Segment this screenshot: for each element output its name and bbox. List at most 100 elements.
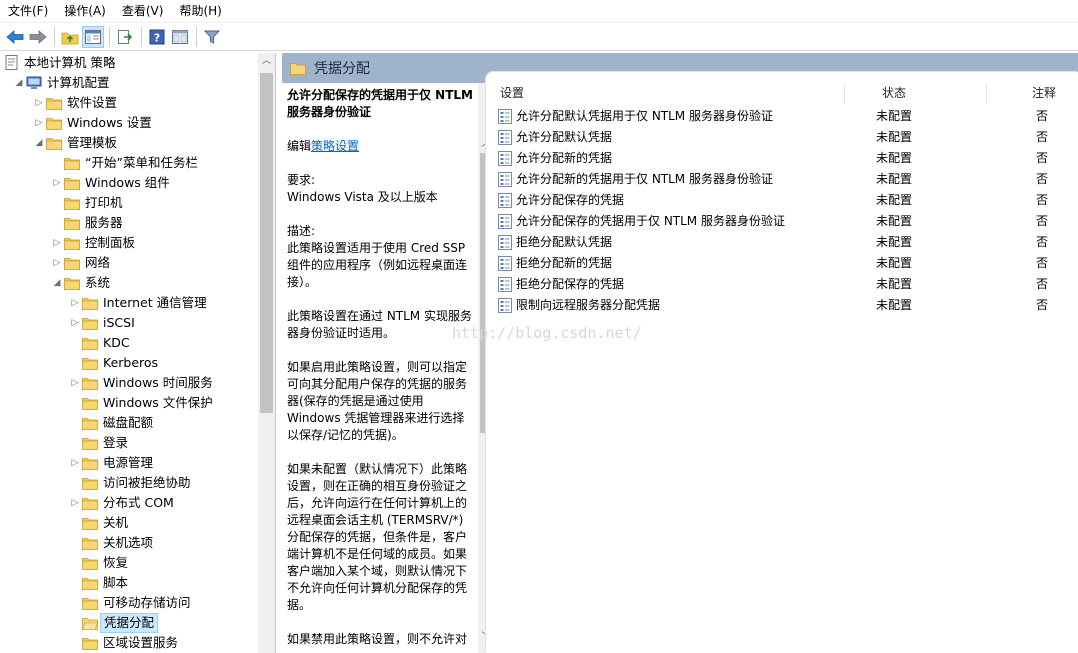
tree-node[interactable]: 脚本 — [0, 573, 258, 593]
collapsed-arrow-icon[interactable]: ▷ — [34, 113, 44, 133]
tree-node[interactable]: 服务器 — [0, 213, 258, 233]
expanded-arrow-icon[interactable]: ◢ — [14, 73, 24, 93]
description-paragraph-2: 此策略设置在通过 NTLM 实现服务器身份验证时适用。 — [287, 309, 472, 340]
folder-icon — [82, 556, 98, 570]
tree-node[interactable]: ◢ 系统 — [0, 273, 258, 293]
policy-setting-icon — [498, 235, 512, 250]
tree-node[interactable]: 恢复 — [0, 553, 258, 573]
tree-node[interactable]: 本地计算机 策略 — [0, 53, 258, 73]
tree-node[interactable]: ◢ 管理模板 — [0, 133, 258, 153]
tree-scroll-thumb[interactable] — [260, 73, 273, 413]
table-row[interactable]: 允许分配默认凭据 未配置 否 — [498, 127, 1078, 148]
tree-node-label: iSCSI — [103, 315, 135, 330]
edit-policy-link[interactable]: 策略设置 — [311, 139, 359, 153]
menu-action[interactable]: 操作(A) — [56, 0, 114, 23]
tree-node[interactable]: 区域设置服务 — [0, 633, 258, 653]
tree-node[interactable]: ▷ Internet 通信管理 — [0, 293, 258, 313]
collapsed-arrow-icon[interactable]: ▷ — [52, 233, 62, 253]
forward-arrow-icon[interactable] — [27, 26, 49, 48]
collapsed-arrow-icon[interactable]: ▷ — [34, 93, 44, 113]
policy-setting-icon — [498, 172, 512, 187]
export-list-icon[interactable] — [114, 26, 136, 48]
filter-icon[interactable] — [201, 26, 223, 48]
collapsed-arrow-icon[interactable]: ▷ — [52, 173, 62, 193]
tree-node[interactable]: 打印机 — [0, 193, 258, 213]
setting-note: 否 — [1036, 193, 1049, 207]
scroll-up-icon[interactable]: ︿ — [258, 53, 275, 70]
tree-node-label: Windows 文件保护 — [103, 395, 213, 410]
tree-node[interactable]: 可移动存储访问 — [0, 593, 258, 613]
tree-node[interactable]: ▷ iSCSI — [0, 313, 258, 333]
expanded-arrow-icon[interactable]: ◢ — [34, 133, 44, 153]
collapsed-arrow-icon[interactable]: ▷ — [70, 293, 80, 313]
setting-name: 限制向远程服务器分配凭据 — [516, 298, 661, 312]
tree-node[interactable]: 访问被拒绝协助 — [0, 473, 258, 493]
tree-node[interactable]: ▷ 网络 — [0, 253, 258, 273]
table-row[interactable]: 拒绝分配新的凭据 未配置 否 — [498, 253, 1078, 274]
up-folder-icon[interactable] — [59, 26, 81, 48]
tree-node[interactable]: ▷ 软件设置 — [0, 93, 258, 113]
table-row[interactable]: 拒绝分配默认凭据 未配置 否 — [498, 232, 1078, 253]
description-paragraph-1: 此策略设置适用于使用 Cred SSP 组件的应用程序（例如远程桌面连接）。 — [287, 241, 468, 289]
folder-icon — [46, 136, 62, 150]
tree-node[interactable]: 关机选项 — [0, 533, 258, 553]
folder-icon — [64, 156, 80, 170]
menu-view[interactable]: 查看(V) — [114, 0, 172, 23]
collapsed-arrow-icon[interactable]: ▷ — [70, 313, 80, 333]
tree-node-label: Internet 通信管理 — [103, 295, 207, 310]
back-arrow-icon[interactable] — [4, 26, 26, 48]
column-separator[interactable] — [986, 84, 987, 104]
table-row[interactable]: 限制向远程服务器分配凭据 未配置 否 — [498, 295, 1078, 316]
tree-node[interactable]: 凭据分配 — [0, 613, 258, 633]
collapsed-arrow-icon[interactable]: ▷ — [70, 493, 80, 513]
folder-icon — [82, 316, 98, 330]
column-header-setting[interactable]: 设置 — [500, 82, 524, 104]
collapsed-arrow-icon[interactable]: ▷ — [70, 453, 80, 473]
expanded-arrow-icon[interactable]: ◢ — [52, 273, 62, 293]
toolbar-separator — [196, 26, 197, 47]
computer-icon — [26, 76, 42, 89]
tree-node[interactable]: 登录 — [0, 433, 258, 453]
menu-file[interactable]: 文件(F) — [0, 0, 56, 23]
setting-name: 允许分配新的凭据用于仅 NTLM 服务器身份验证 — [516, 172, 773, 186]
tree-node[interactable]: ◢ 计算机配置 — [0, 73, 258, 93]
requirements-label: 要求: — [287, 173, 316, 187]
table-row[interactable]: 允许分配保存的凭据 未配置 否 — [498, 190, 1078, 211]
help-icon[interactable]: ? — [146, 26, 168, 48]
column-header-note[interactable]: 注释 — [1032, 82, 1056, 104]
table-row[interactable]: 允许分配保存的凭据用于仅 NTLM 服务器身份验证 未配置 否 — [498, 211, 1078, 232]
table-row[interactable]: 允许分配新的凭据用于仅 NTLM 服务器身份验证 未配置 否 — [498, 169, 1078, 190]
tree-node[interactable]: ▷ 控制面板 — [0, 233, 258, 253]
tree-node-label: Windows 时间服务 — [103, 375, 213, 390]
folder-icon — [82, 516, 98, 530]
setting-name: 允许分配保存的凭据 — [516, 193, 625, 207]
menu-help[interactable]: 帮助(H) — [171, 0, 229, 23]
console-tree[interactable]: 本地计算机 策略 ◢ 计算机配置 ▷ 软件设置 ▷ Windows 设置 ◢ 管理模板 “开始”菜… — [0, 53, 276, 653]
tree-node[interactable]: ▷ 分布式 COM — [0, 493, 258, 513]
tree-node[interactable]: ▷ 电源管理 — [0, 453, 258, 473]
tree-node[interactable]: ▷ Windows 设置 — [0, 113, 258, 133]
tree-node[interactable]: Windows 文件保护 — [0, 393, 258, 413]
table-row[interactable]: 允许分配新的凭据 未配置 否 — [498, 148, 1078, 169]
tree-node[interactable]: 磁盘配额 — [0, 413, 258, 433]
tree-node[interactable]: Kerberos — [0, 353, 258, 373]
tree-node[interactable]: 关机 — [0, 513, 258, 533]
properties-icon[interactable] — [169, 26, 191, 48]
show-hide-tree-icon[interactable] — [82, 25, 104, 48]
collapsed-arrow-icon[interactable]: ▷ — [52, 253, 62, 273]
folder-icon — [64, 256, 80, 270]
table-row[interactable]: 拒绝分配保存的凭据 未配置 否 — [498, 274, 1078, 295]
column-separator[interactable] — [844, 84, 845, 104]
tree-node[interactable]: ▷ Windows 组件 — [0, 173, 258, 193]
table-row[interactable]: 允许分配默认凭据用于仅 NTLM 服务器身份验证 未配置 否 — [498, 106, 1078, 127]
folder-open-icon — [82, 616, 98, 630]
tree-node[interactable]: “开始”菜单和任务栏 — [0, 153, 258, 173]
tree-node-label: 网络 — [85, 255, 111, 270]
collapsed-arrow-icon[interactable]: ▷ — [70, 373, 80, 393]
column-header-state[interactable]: 状态 — [882, 82, 906, 104]
description-paragraph-5: 如果禁用此策略设置，则不允许对 — [287, 632, 468, 646]
tree-scrollbar[interactable]: ︿ — [258, 53, 275, 653]
setting-name: 允许分配默认凭据 — [516, 130, 613, 144]
tree-node[interactable]: ▷ Windows 时间服务 — [0, 373, 258, 393]
tree-node[interactable]: KDC — [0, 333, 258, 353]
